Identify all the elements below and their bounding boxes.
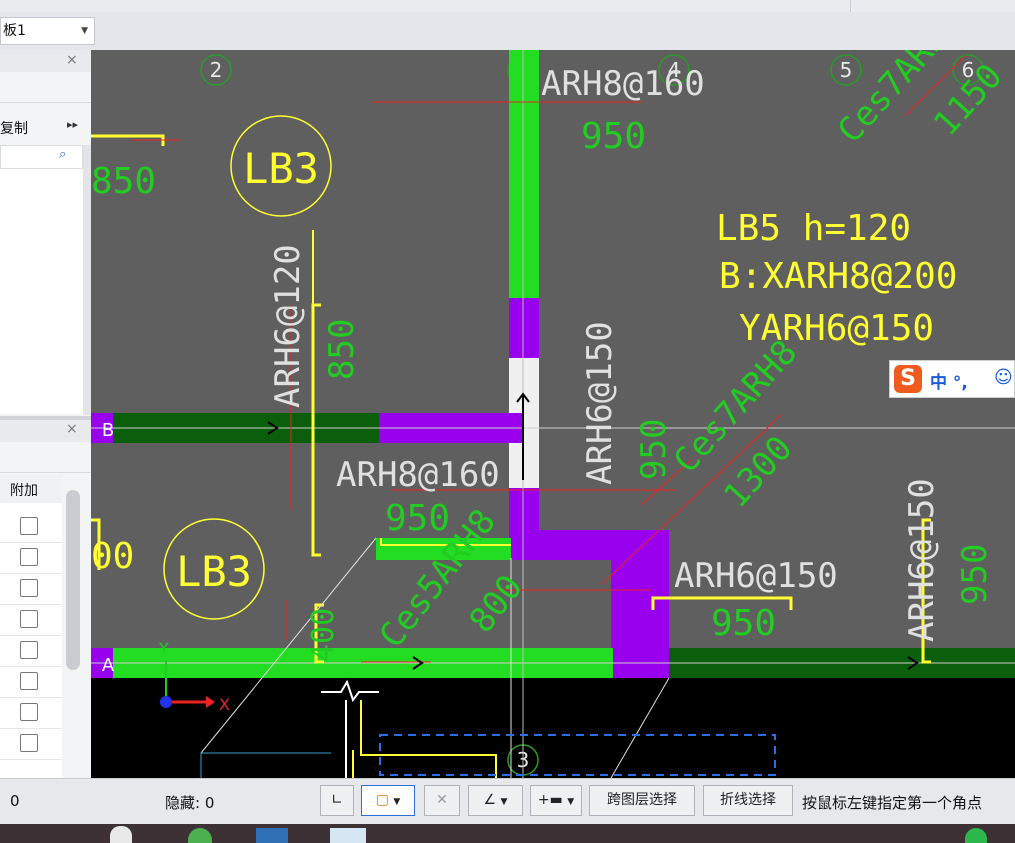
addon-checkbox[interactable] (20, 517, 38, 535)
app-icon[interactable] (330, 828, 366, 843)
copy-tab[interactable]: 复制 (0, 118, 28, 138)
beam-segment-purple (611, 530, 669, 678)
grid-row (0, 604, 62, 636)
tree-area[interactable] (0, 169, 83, 414)
svg-text:950: 950 (385, 498, 450, 539)
snap-icon: +▬ (537, 792, 563, 808)
svg-text:00: 00 (91, 536, 134, 577)
svg-text:LB3: LB3 (176, 547, 252, 596)
select-box-icon: ▢ (375, 792, 389, 808)
svg-text:ARH6@150: ARH6@150 (580, 321, 620, 485)
angle-icon: ∠ (483, 792, 497, 808)
grid-row (0, 666, 62, 698)
grid-scrollbar-thumb[interactable] (66, 490, 80, 670)
svg-text:ARH8@160: ARH8@160 (541, 64, 705, 104)
addon-checkbox[interactable] (20, 641, 38, 659)
top-divider (850, 0, 851, 12)
addon-checkbox[interactable] (20, 548, 38, 566)
grid-row (0, 697, 62, 729)
grid-row (0, 635, 62, 667)
ortho-icon: ∟ (331, 792, 343, 808)
panel-blank-row (0, 72, 91, 103)
svg-text:950: 950 (581, 116, 646, 157)
chevron-down-icon: ▼ (500, 797, 508, 807)
cross-icon: ✕ (436, 792, 448, 808)
grid-row (0, 573, 62, 605)
beam-segment-purple (509, 298, 539, 358)
addon-checkbox[interactable] (20, 610, 38, 628)
svg-text:850: 850 (322, 319, 362, 380)
left-panel: × 复制 ▸▸ ⌕ × 附加 (0, 50, 91, 778)
expand-icon[interactable]: ▸▸ (67, 118, 78, 131)
addon-checkbox[interactable] (20, 579, 38, 597)
attribute-grid (0, 503, 62, 778)
search-icon: ⌕ (59, 147, 67, 162)
app-icon[interactable] (110, 826, 132, 843)
grid-header: 附加 (0, 475, 62, 504)
panel-tab-row: 复制 ▸▸ (0, 112, 91, 142)
close-icon[interactable]: × (66, 52, 78, 68)
snap-button[interactable]: +▬ ▼ (530, 785, 582, 816)
chevron-down-icon: ▼ (81, 26, 88, 36)
taskbar (0, 824, 1015, 843)
grid-row (0, 728, 62, 760)
slab-note-line1: LB5 h=120 (716, 208, 911, 249)
svg-text:950: 950 (634, 419, 674, 480)
tray-icon[interactable] (965, 828, 987, 843)
polyline-select-button[interactable]: 折线选择 (703, 785, 793, 816)
svg-text:400: 400 (306, 608, 341, 662)
ime-toolbar[interactable]: S 中 °, ☺ (889, 360, 1015, 398)
svg-text:Y: Y (158, 639, 169, 658)
panel2-blank-row (0, 442, 91, 473)
axis-letter-a: A (102, 655, 115, 676)
chevron-down-icon: ▼ (393, 797, 401, 807)
grid-row (0, 542, 62, 574)
addon-checkbox[interactable] (20, 734, 38, 752)
canvas-black-area (91, 677, 1015, 778)
ortho-button[interactable]: ∟ (320, 785, 354, 816)
status-bar: 0 隐藏: 0 ∟ ▢ ▼ ✕ ∠ ▼ +▬ ▼ 跨图层选择 折线选择 按鼠标左… (0, 778, 1015, 825)
grid-header-label: 附加 (10, 483, 38, 499)
status-count: 0 (10, 792, 20, 810)
angle-button[interactable]: ∠ ▼ (468, 785, 523, 816)
layer-toolbar (0, 12, 1015, 51)
axis-letter-b: B (102, 420, 114, 441)
status-hint: 按鼠标左键指定第一个角点 (802, 794, 983, 812)
browser-icon[interactable] (188, 828, 212, 843)
svg-text:ARH8@160: ARH8@160 (336, 455, 500, 495)
layer-dropdown[interactable]: 板1 ▼ (0, 17, 95, 45)
drawing-canvas[interactable]: 2 3 4 5 6 3 B A LB3 (91, 50, 1015, 778)
status-hidden: 隐藏: 0 (165, 794, 215, 812)
grid-row (0, 511, 62, 543)
svg-text:ARH6@150: ARH6@150 (674, 556, 838, 596)
svg-text:ARH6@150: ARH6@150 (902, 478, 942, 642)
search-input[interactable]: ⌕ (0, 145, 83, 169)
svg-text:5: 5 (840, 58, 853, 82)
addon-checkbox[interactable] (20, 703, 38, 721)
cross-select-button[interactable]: ✕ (424, 785, 460, 816)
app-icon[interactable] (256, 828, 288, 843)
ime-mode-text: 中 °, (930, 373, 968, 393)
svg-text:950: 950 (711, 603, 776, 644)
svg-text:ARH6@120: ARH6@120 (268, 244, 308, 408)
close-icon[interactable]: × (66, 421, 78, 437)
svg-text:X: X (219, 695, 230, 714)
emoji-icon: ☺ (994, 367, 1013, 388)
sogou-logo-icon: S (894, 365, 922, 393)
svg-text:850: 850 (91, 161, 156, 202)
svg-text:950: 950 (955, 544, 995, 605)
svg-text:LB3: LB3 (243, 144, 319, 193)
chevron-down-icon: ▼ (567, 797, 575, 807)
layer-dropdown-value: 板1 (3, 23, 26, 39)
select-box-button[interactable]: ▢ ▼ (361, 785, 415, 816)
addon-checkbox[interactable] (20, 672, 38, 690)
svg-text:2: 2 (210, 58, 223, 82)
cross-layer-select-button[interactable]: 跨图层选择 (589, 785, 695, 816)
slab-note-line2: B:XARH8@200 (719, 256, 957, 297)
scrollbar[interactable] (83, 145, 91, 415)
